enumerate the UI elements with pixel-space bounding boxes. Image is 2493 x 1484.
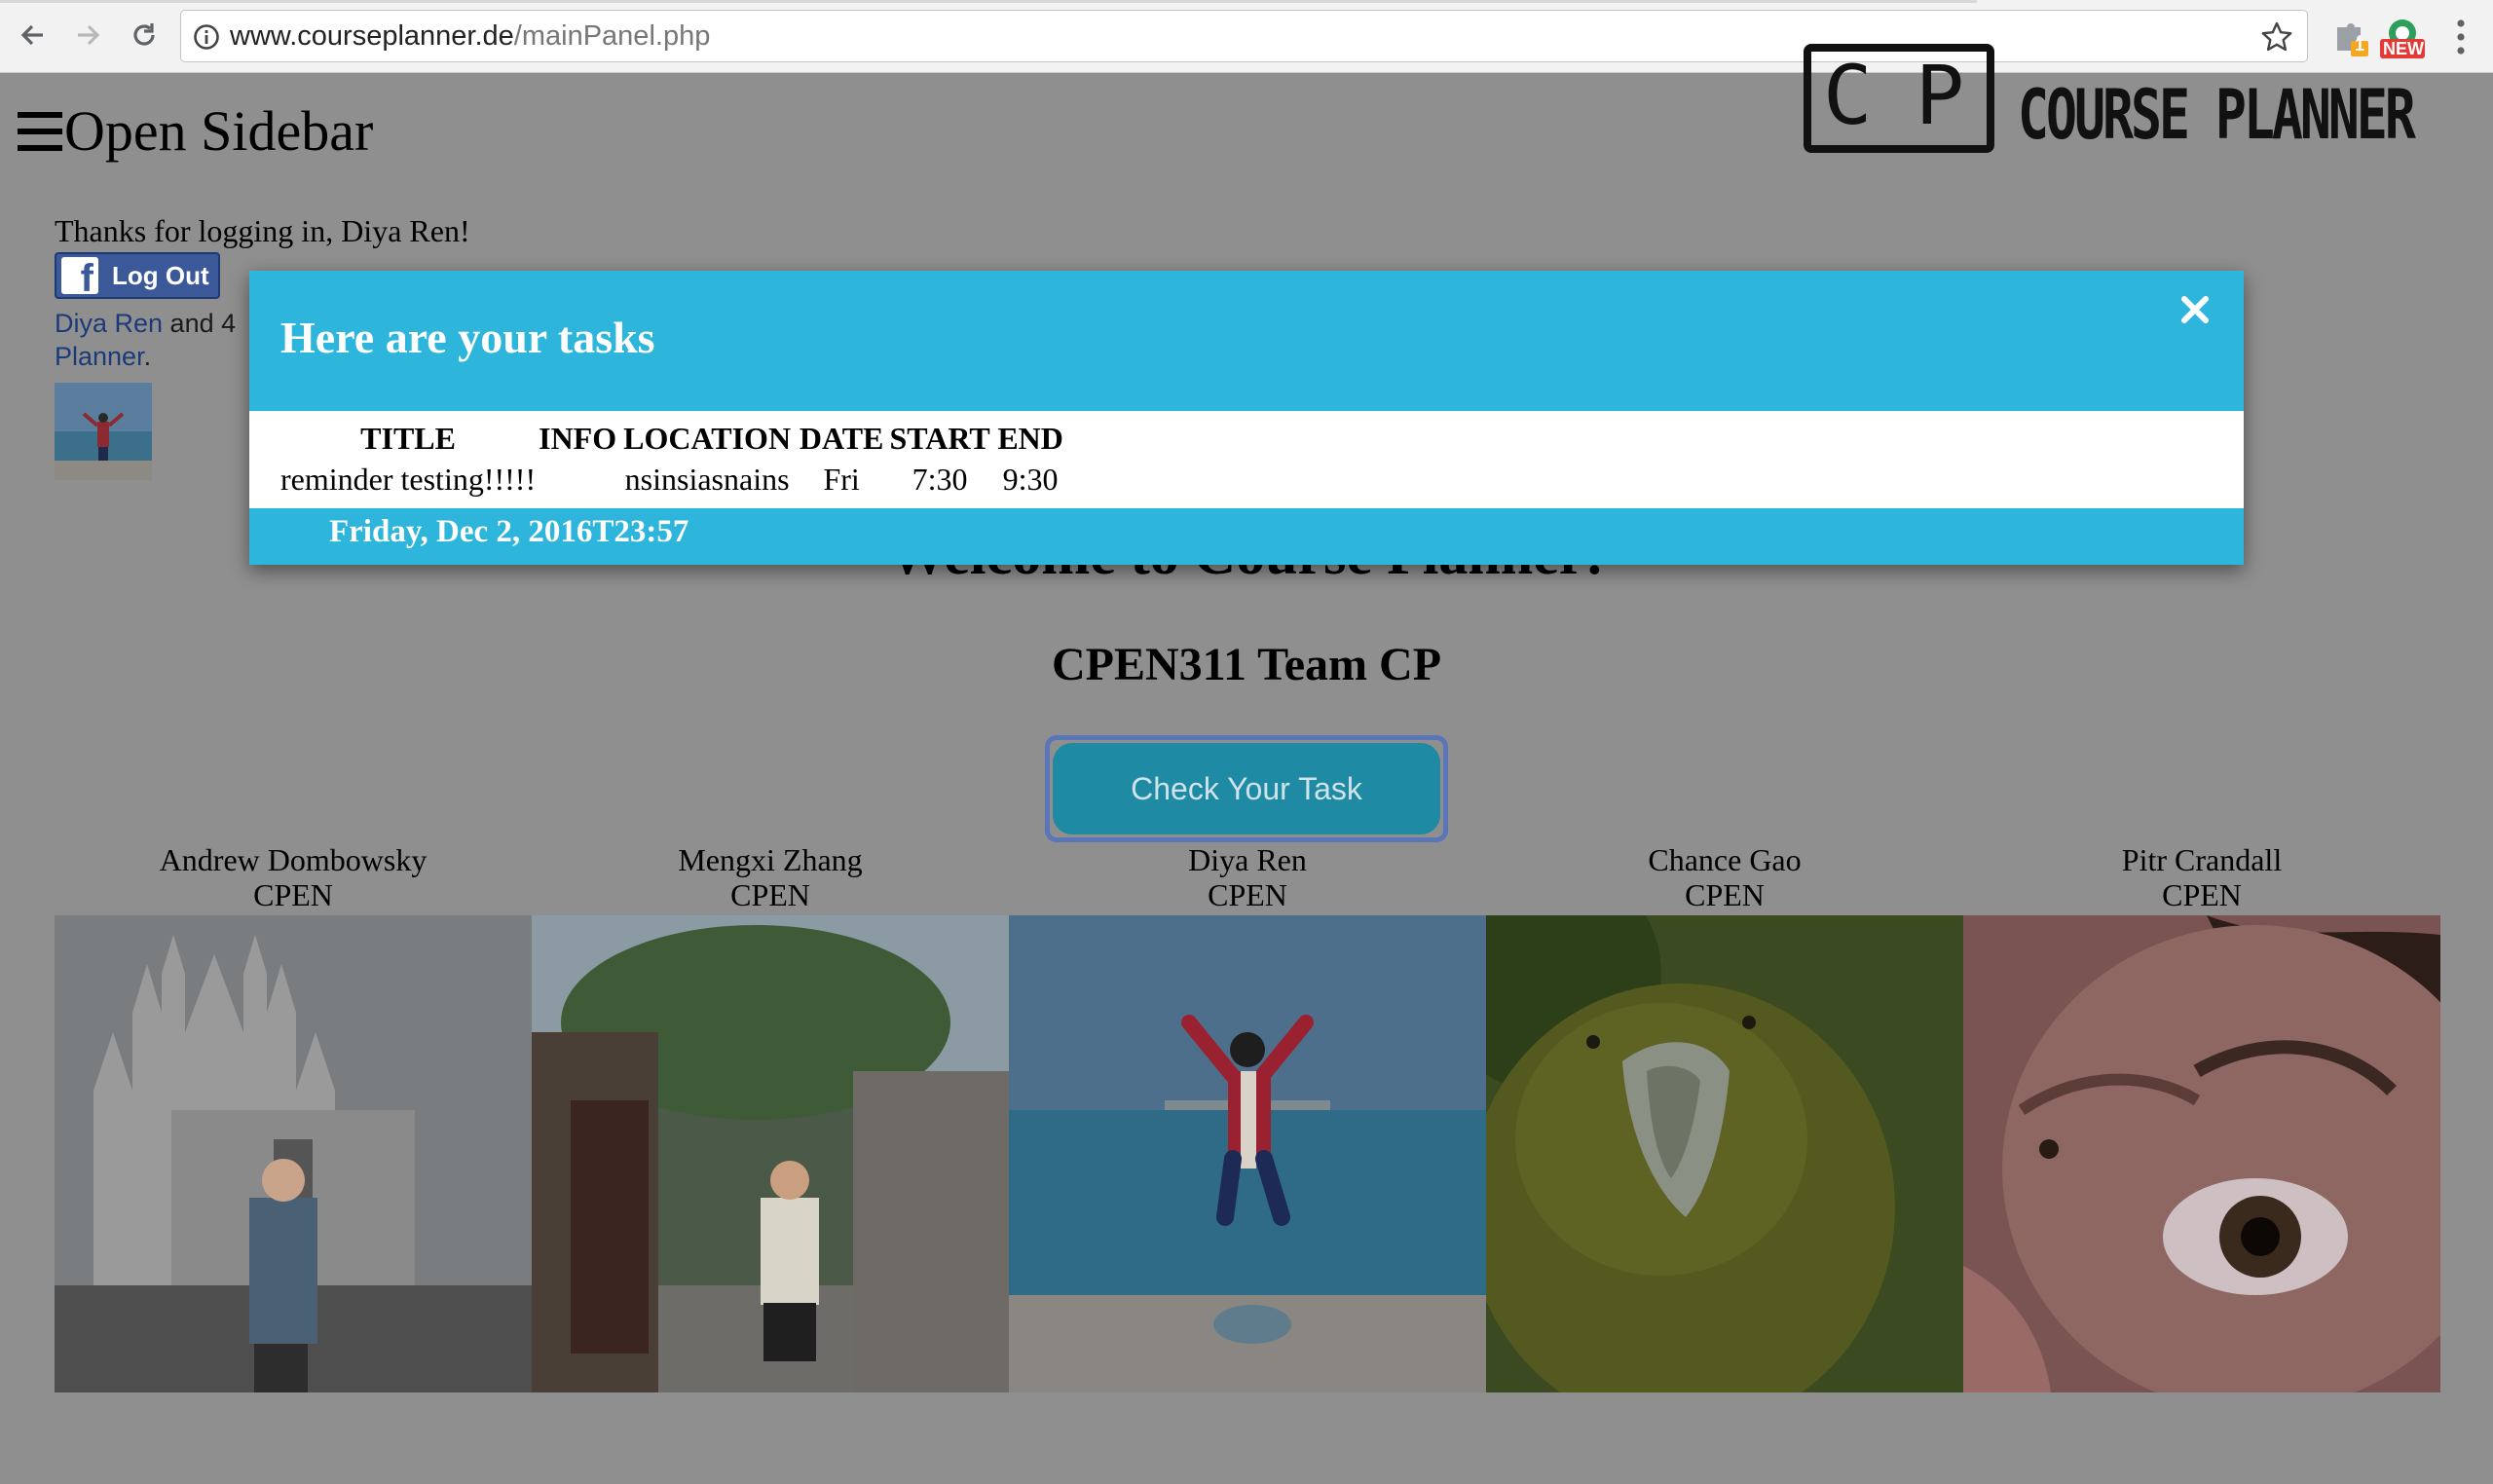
reload-button[interactable] [123,14,166,56]
task-location: nsinsiasnains [624,461,790,497]
column-header-date: DATE [799,420,884,456]
forward-arrow-icon [78,24,100,46]
browser-menu-button[interactable] [2454,18,2468,61]
forward-button[interactable] [66,14,109,56]
member-name: Pitr Crandall [2121,842,2283,877]
team-member-card: Andrew Dombowsky CPEN [55,842,532,1392]
member-major: CPEN [730,877,810,912]
new-badge: NEW [2383,39,2424,58]
team-heading: CPEN311 Team CP [1051,639,1442,690]
member-major: CPEN [1208,877,1287,912]
login-greeting: Thanks for logging in, Diya Ren! [55,213,470,248]
logo-letters: CP [1823,48,2008,143]
column-header-start: START [889,420,990,456]
modal-close-button[interactable] [2176,290,2214,329]
modal-header: Here are your tasks [249,271,2244,411]
member-photo [1486,915,1963,1392]
member-name: Mengxi Zhang [678,842,863,877]
task-date: Fri [823,461,860,497]
member-photo [55,915,532,1392]
hamburger-icon [18,111,62,151]
team-member-card: Chance Gao CPEN [1486,842,1963,1392]
team-member-card: Diya Ren CPEN [1009,842,1486,1392]
column-header-title: TITLE [360,420,456,456]
facebook-friends-text: Diya Ren and 4 Planner. [55,307,269,373]
friends-end-text: . [143,342,152,371]
new-extension-button[interactable]: NEW [2378,18,2427,65]
url-text[interactable]: www.courseplanner.de/mainPanel.php [230,11,710,61]
member-major: CPEN [1685,877,1765,912]
app-name-link[interactable]: Planner [55,342,144,371]
url-host: www.courseplanner.de [230,20,514,52]
task-end: 9:30 [1002,461,1059,497]
team-member-card: Pitr Crandall CPEN [1963,842,2440,1392]
check-your-task-button[interactable]: Check Your Task [1045,735,1448,842]
modal-title: Here are your tasks [280,313,655,362]
member-major: CPEN [253,877,333,912]
member-name: Chance Gao [1648,842,1802,877]
facebook-icon: f [61,257,98,298]
reload-icon [133,23,155,46]
column-header-location: LOCATION [623,420,792,456]
team-members: Andrew Dombowsky CPEN Mengxi Zhang CPEN [55,842,2440,1407]
task-row: reminder testing!!!!! nsinsiasnains Fri … [280,458,1069,501]
open-sidebar-label: Open Sidebar [64,99,374,163]
close-icon [2181,296,2209,323]
vertical-dots-icon [2457,19,2465,55]
column-header-info: INFO [539,420,617,456]
task-info [536,458,619,501]
course-planner-logo: CP COURSE PLANNER [1802,44,2464,161]
extension-button[interactable]: 1 [2331,18,2370,61]
friend-avatar[interactable] [55,383,152,480]
info-icon[interactable] [193,23,220,51]
member-photo [532,915,1009,1392]
current-datetime: Friday, Dec 2, 2016T23:57 [329,514,689,549]
check-your-task-label: Check Your Task [1053,743,1440,835]
facebook-logout-button[interactable]: f Log Out [55,252,220,299]
browser-toolbar: www.courseplanner.de/mainPanel.php 1 NEW [0,0,2493,73]
member-major: CPEN [2162,877,2242,912]
back-arrow-icon [20,24,43,46]
friend-name-link[interactable]: Diya Ren [55,309,163,338]
tasks-table: TITLE INFO LOCATION DATE START END remin… [280,419,1069,501]
modal-body: TITLE INFO LOCATION DATE START END remin… [249,411,2244,508]
loading-bar [0,0,1977,3]
url-path: /mainPanel.php [513,20,711,52]
tasks-header-row: TITLE INFO LOCATION DATE START END [280,419,1069,458]
tasks-modal: Here are your tasks TITLE INFO LOCATION … [249,271,2244,565]
friends-middle-text: and 4 [163,309,237,338]
bookmark-star-icon[interactable] [2260,20,2293,54]
team-member-card: Mengxi Zhang CPEN [532,842,1009,1392]
member-name: Andrew Dombowsky [159,842,428,877]
logo-text: COURSE PLANNER [2018,75,2416,155]
extension-badge: 1 [2355,35,2365,55]
modal-footer: Friday, Dec 2, 2016T23:57 [249,508,2244,565]
task-start: 7:30 [912,461,968,497]
member-name: Diya Ren [1188,842,1307,877]
back-button[interactable] [12,14,55,56]
column-header-end: END [997,420,1063,456]
logout-label: Log Out [112,260,209,290]
friend-avatar-image [55,383,152,480]
member-photo [1963,915,2440,1392]
task-title: reminder testing!!!!! [280,461,537,497]
member-photo [1009,915,1486,1392]
open-sidebar-button[interactable]: Open Sidebar [18,98,373,164]
